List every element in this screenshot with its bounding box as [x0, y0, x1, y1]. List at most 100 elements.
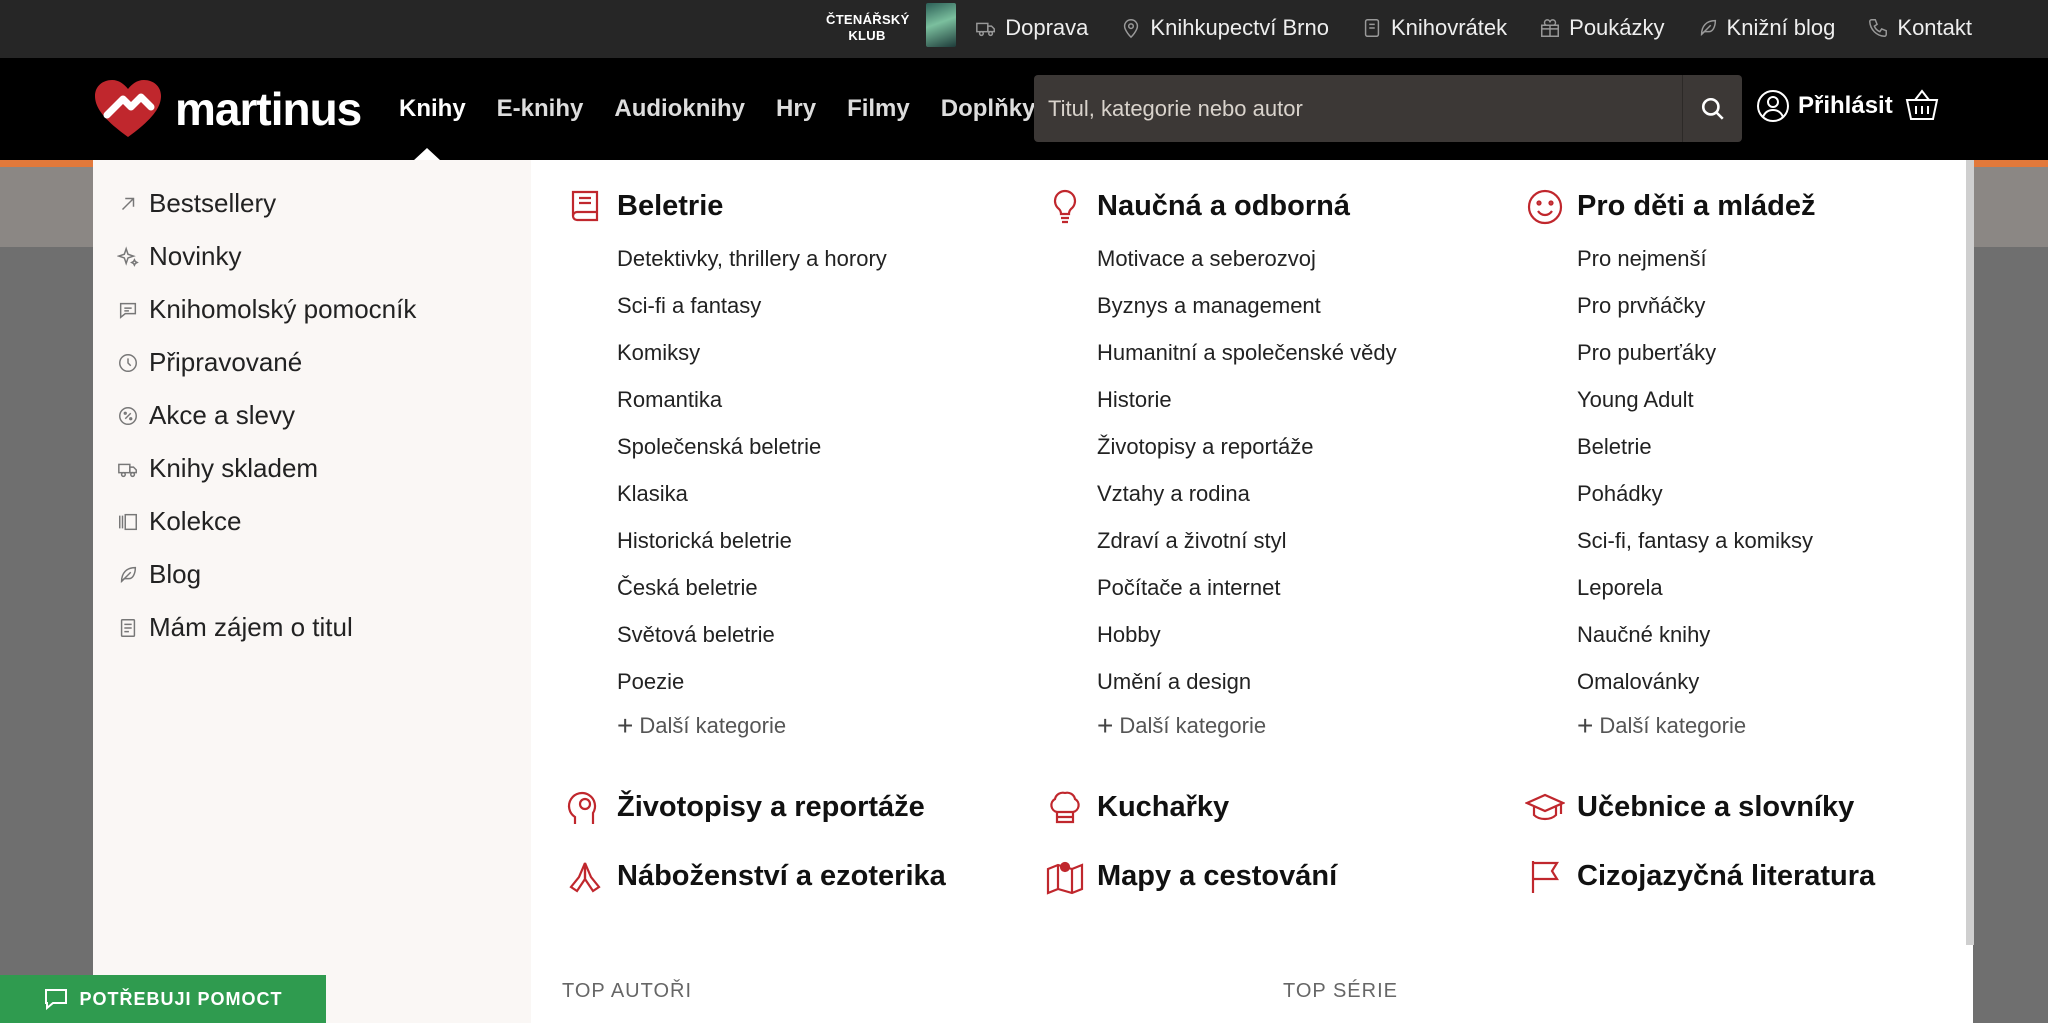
nav-filmy[interactable]: Filmy — [847, 95, 910, 123]
subcategory-link[interactable]: Sci-fi, fantasy a komiksy — [1577, 528, 1813, 554]
category-nabozenstvi[interactable]: Náboženství a ezoterika — [569, 860, 946, 893]
utility-link-label: Knihkupectví Brno — [1150, 15, 1329, 40]
martinus-logo[interactable]: martinus — [93, 79, 362, 139]
subcategory-link[interactable]: Historie — [1097, 387, 1172, 413]
utility-link-blog[interactable]: Knižní blog — [1697, 15, 1835, 41]
utility-link-poukazky[interactable]: Poukázky — [1539, 15, 1665, 41]
subcategory-link[interactable]: Světová beletrie — [617, 622, 775, 648]
subcategory-link[interactable]: Young Adult — [1577, 387, 1694, 413]
subcategory-link[interactable]: Umění a design — [1097, 669, 1251, 695]
utility-link-doprava[interactable]: Doprava — [975, 15, 1088, 41]
sidebar-item-label: Knihomolský pomocník — [149, 294, 417, 324]
subcategory-link[interactable]: Naučné knihy — [1577, 622, 1710, 648]
search-input[interactable] — [1034, 75, 1682, 142]
login-label: Přihlásit — [1798, 92, 1893, 119]
subcategory-link[interactable]: Humanitní a společenské vědy — [1097, 340, 1397, 366]
sidebar-item-label: Bestsellery — [149, 188, 277, 218]
category-naucna[interactable]: Naučná a odborná — [1053, 189, 1350, 223]
subcategory-link[interactable]: Vztahy a rodina — [1097, 481, 1250, 507]
help-button-label: POTŘEBUJI POMOCT — [79, 988, 283, 1009]
subcategory-link[interactable]: Sci-fi a fantasy — [617, 293, 761, 319]
more-categories-label: Další kategorie — [1599, 713, 1747, 738]
subcategory-link[interactable]: Společenská beletrie — [617, 434, 821, 460]
plus-icon: + — [1577, 710, 1594, 741]
sidebar-item-label: Akce a slevy — [149, 400, 295, 430]
subcategory-link[interactable]: Hobby — [1097, 622, 1161, 648]
nav-audioknihy[interactable]: Audioknihy — [614, 95, 745, 123]
subcategory-link[interactable]: Leporela — [1577, 575, 1663, 601]
utility-link-label: Knihovrátek — [1390, 15, 1508, 40]
utility-link-knihovratek[interactable]: Knihovrátek — [1361, 15, 1507, 41]
category-title: Učebnice a slovníky — [1577, 791, 1855, 823]
category-title: Náboženství a ezoterika — [617, 860, 946, 892]
nav-knihy[interactable]: Knihy — [399, 95, 466, 123]
menu-sidebar: Bestsellery Novinky Knihomolský pomocník… — [93, 160, 531, 1023]
sidebar-item-kolekce[interactable]: Kolekce — [117, 506, 242, 537]
readers-club-link[interactable]: ČTENÁŘSKÝ KLUB — [826, 12, 909, 44]
feather-icon — [120, 566, 137, 583]
sidebar-item-pomocnik[interactable]: Knihomolský pomocník — [117, 294, 416, 325]
menu-scrollbar[interactable] — [1966, 160, 1974, 945]
sidebar-item-akce[interactable]: Akce a slevy — [117, 400, 295, 431]
category-cizojazycna[interactable]: Cizojazyčná literatura — [1531, 860, 1875, 893]
subcategory-link[interactable]: Životopisy a reportáže — [1097, 434, 1313, 460]
sidebar-item-skladem[interactable]: Knihy skladem — [117, 453, 318, 484]
collection-icon — [119, 513, 137, 530]
main-nav: Knihy E-knihy Audioknihy Hry Filmy Doplň… — [399, 58, 1035, 160]
subcategory-link[interactable]: Motivace a seberozvoj — [1097, 246, 1316, 272]
subcategory-link[interactable]: Historická beletrie — [617, 528, 792, 554]
subcategory-link[interactable]: Pro puberťáky — [1577, 340, 1716, 366]
top-authors-heading: TOP AUTOŘI — [562, 980, 693, 1002]
sidebar-item-label: Kolekce — [149, 506, 242, 536]
more-categories-link[interactable]: + Další kategorie — [1577, 712, 1746, 740]
more-categories-link[interactable]: + Další kategorie — [617, 712, 786, 740]
nav-doplnky[interactable]: Doplňky — [941, 95, 1036, 123]
club-book-cover[interactable] — [926, 3, 956, 47]
subcategory-link[interactable]: Zdraví a životní styl — [1097, 528, 1287, 554]
category-zivotopisy[interactable]: Životopisy a reportáže — [567, 791, 925, 824]
login-button[interactable]: Přihlásit — [1756, 89, 1893, 123]
nav-e-knihy[interactable]: E-knihy — [497, 95, 584, 123]
sidebar-item-zajem[interactable]: Mám zájem o titul — [117, 612, 353, 643]
search-button[interactable] — [1682, 75, 1742, 142]
help-button[interactable]: POTŘEBUJI POMOCT — [0, 975, 326, 1023]
subcategory-link[interactable]: Poezie — [617, 669, 684, 695]
feather-icon — [1700, 19, 1716, 37]
sidebar-item-pripravovane[interactable]: Připravované — [117, 347, 302, 378]
subcategory-link[interactable]: Romantika — [617, 387, 722, 413]
more-categories-label: Další kategorie — [1119, 713, 1267, 738]
category-title: Naučná a odborná — [1097, 190, 1350, 222]
sidebar-item-novinky[interactable]: Novinky — [117, 241, 241, 272]
utility-link-kontakt[interactable]: Kontakt — [1867, 15, 1972, 41]
subcategory-link[interactable]: Beletrie — [1577, 434, 1652, 460]
subcategory-link[interactable]: Pro prvňáčky — [1577, 293, 1705, 319]
cart-button[interactable] — [1904, 87, 1940, 128]
subcategory-link[interactable]: Byznys a management — [1097, 293, 1321, 319]
subcategory-link[interactable]: Pohádky — [1577, 481, 1663, 507]
category-kucharky[interactable]: Kuchařky — [1050, 791, 1229, 824]
sidebar-item-bestsellery[interactable]: Bestsellery — [117, 188, 276, 219]
category-ucebnice[interactable]: Učebnice a slovníky — [1525, 791, 1855, 824]
top-utility-bar: ČTENÁŘSKÝ KLUB Doprava Knihkupectví Brno… — [0, 0, 2048, 58]
subcategory-link[interactable]: Detektivky, thrillery a horory — [617, 246, 887, 272]
subcategory-link[interactable]: Česká beletrie — [617, 575, 758, 601]
subcategory-link[interactable]: Pro nejmenší — [1577, 246, 1707, 272]
utility-link-knihkupectvi[interactable]: Knihkupectví Brno — [1120, 15, 1329, 41]
arrow-up-right-icon — [121, 197, 135, 210]
subcategory-link[interactable]: Počítače a internet — [1097, 575, 1280, 601]
category-title: Mapy a cestování — [1097, 860, 1338, 892]
nav-hry[interactable]: Hry — [776, 95, 816, 123]
category-mapy[interactable]: Mapy a cestování — [1046, 860, 1338, 895]
category-beletrie[interactable]: Beletrie — [571, 190, 723, 223]
subcategory-link[interactable]: Klasika — [617, 481, 688, 507]
more-categories-link[interactable]: + Další kategorie — [1097, 712, 1266, 740]
top-series-heading: TOP SÉRIE — [1283, 980, 1398, 1002]
subcategory-link[interactable]: Komiksy — [617, 340, 700, 366]
plus-icon: + — [617, 710, 634, 741]
utility-link-label: Poukázky — [1569, 15, 1665, 40]
subcategory-link[interactable]: Omalovánky — [1577, 669, 1699, 695]
book-return-icon — [1364, 19, 1380, 37]
category-deti[interactable]: Pro děti a mládež — [1527, 189, 1816, 224]
truck-icon — [118, 463, 137, 477]
sidebar-item-blog[interactable]: Blog — [117, 559, 201, 590]
